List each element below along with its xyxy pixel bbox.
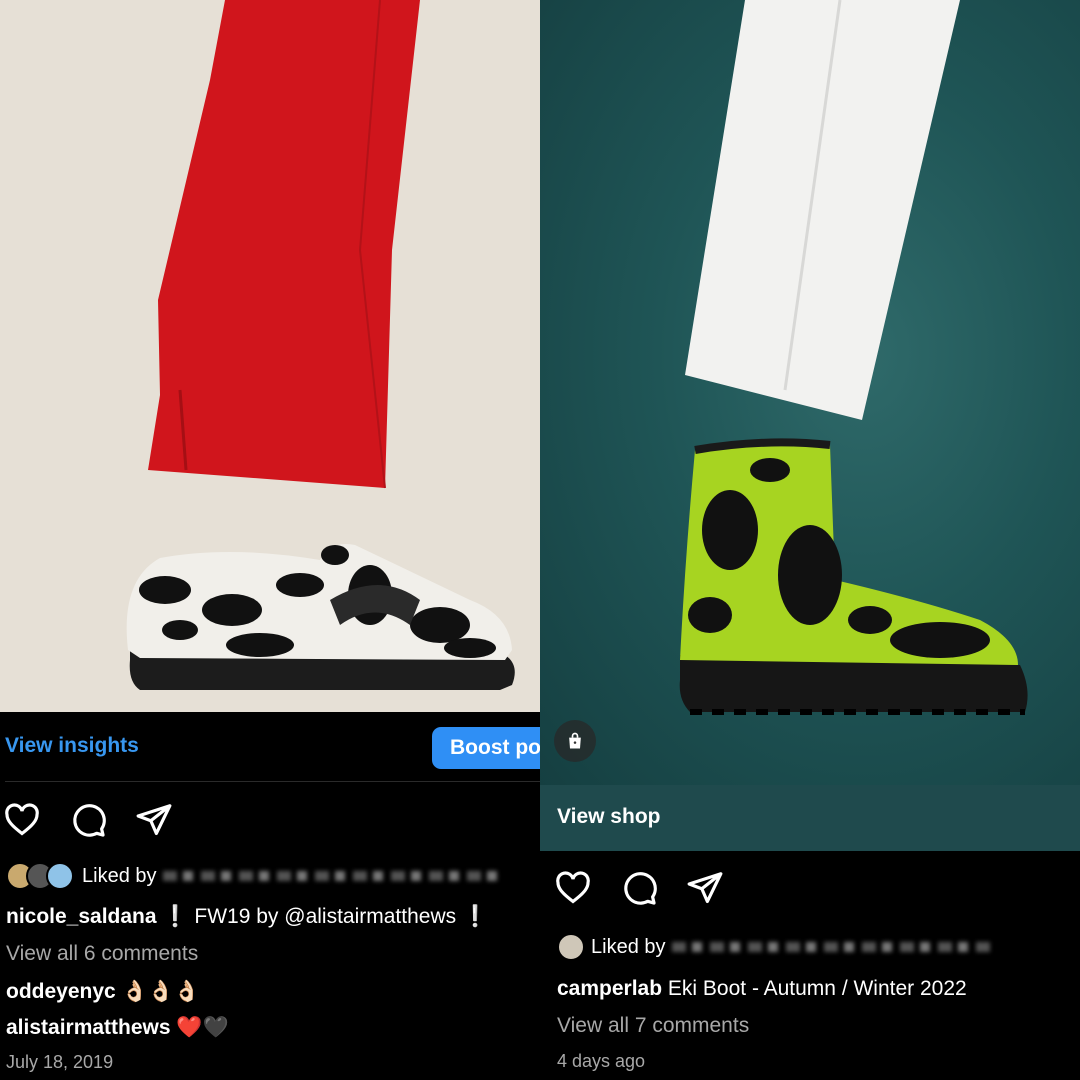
- action-icons: [554, 869, 724, 907]
- post-photo-boot[interactable]: [540, 0, 1080, 785]
- redacted-likers: [671, 942, 992, 952]
- view-shop-label: View shop: [557, 805, 661, 828]
- comment-text: ❤️🖤: [170, 1016, 229, 1039]
- comment-icon[interactable]: [620, 869, 658, 907]
- comment-username[interactable]: oddeyenyc: [6, 980, 116, 1003]
- share-icon[interactable]: [135, 801, 173, 839]
- post-photo-loafer[interactable]: [0, 0, 540, 712]
- comment: oddeyenyc 👌🏻👌🏻👌🏻: [6, 980, 200, 1004]
- heart-icon[interactable]: [3, 801, 41, 839]
- caption-text: ❕ FW19 by @alistairmatthews ❕: [156, 905, 489, 928]
- redacted-likers: [162, 871, 503, 881]
- view-all-comments-link[interactable]: View all 6 comments: [6, 942, 198, 966]
- caption-username[interactable]: camperlab: [557, 977, 662, 1000]
- comment: alistairmatthews ❤️🖤: [6, 1016, 229, 1040]
- liked-by-label: Liked by: [82, 864, 157, 887]
- avatar: [557, 933, 585, 961]
- post-date: 4 days ago: [557, 1051, 646, 1071]
- action-icons: [3, 801, 173, 839]
- right-post: Liked by camperlab Eki Boot - Autumn / W…: [540, 0, 1080, 1080]
- view-all-comments-link[interactable]: View all 7 comments: [557, 1014, 749, 1038]
- shopping-bag-icon[interactable]: [554, 720, 596, 762]
- avatar: [46, 862, 74, 890]
- divider: [5, 781, 540, 782]
- share-icon[interactable]: [686, 869, 724, 907]
- view-insights-link[interactable]: View insights: [5, 734, 139, 758]
- post-date: July 18, 2019: [6, 1052, 114, 1072]
- heart-icon[interactable]: [554, 869, 592, 907]
- caption-username[interactable]: nicole_saldana: [6, 905, 157, 928]
- liked-by-row[interactable]: Liked by: [557, 933, 992, 961]
- left-post: View insights Liked by nicole_saldana ❕ …: [0, 0, 540, 1080]
- liked-by-label: Liked by: [591, 935, 666, 958]
- liked-by-row[interactable]: Liked by: [6, 862, 503, 890]
- comment-text: 👌🏻👌🏻👌🏻: [115, 980, 200, 1003]
- caption: camperlab Eki Boot - Autumn / Winter 202…: [557, 977, 967, 1001]
- caption-text: Eki Boot - Autumn / Winter 2022: [662, 977, 967, 1000]
- comment-icon[interactable]: [69, 801, 107, 839]
- view-shop-bar[interactable]: View shop: [540, 785, 1080, 851]
- caption: nicole_saldana ❕ FW19 by @alistairmatthe…: [6, 905, 488, 929]
- comment-username[interactable]: alistairmatthews: [6, 1016, 171, 1039]
